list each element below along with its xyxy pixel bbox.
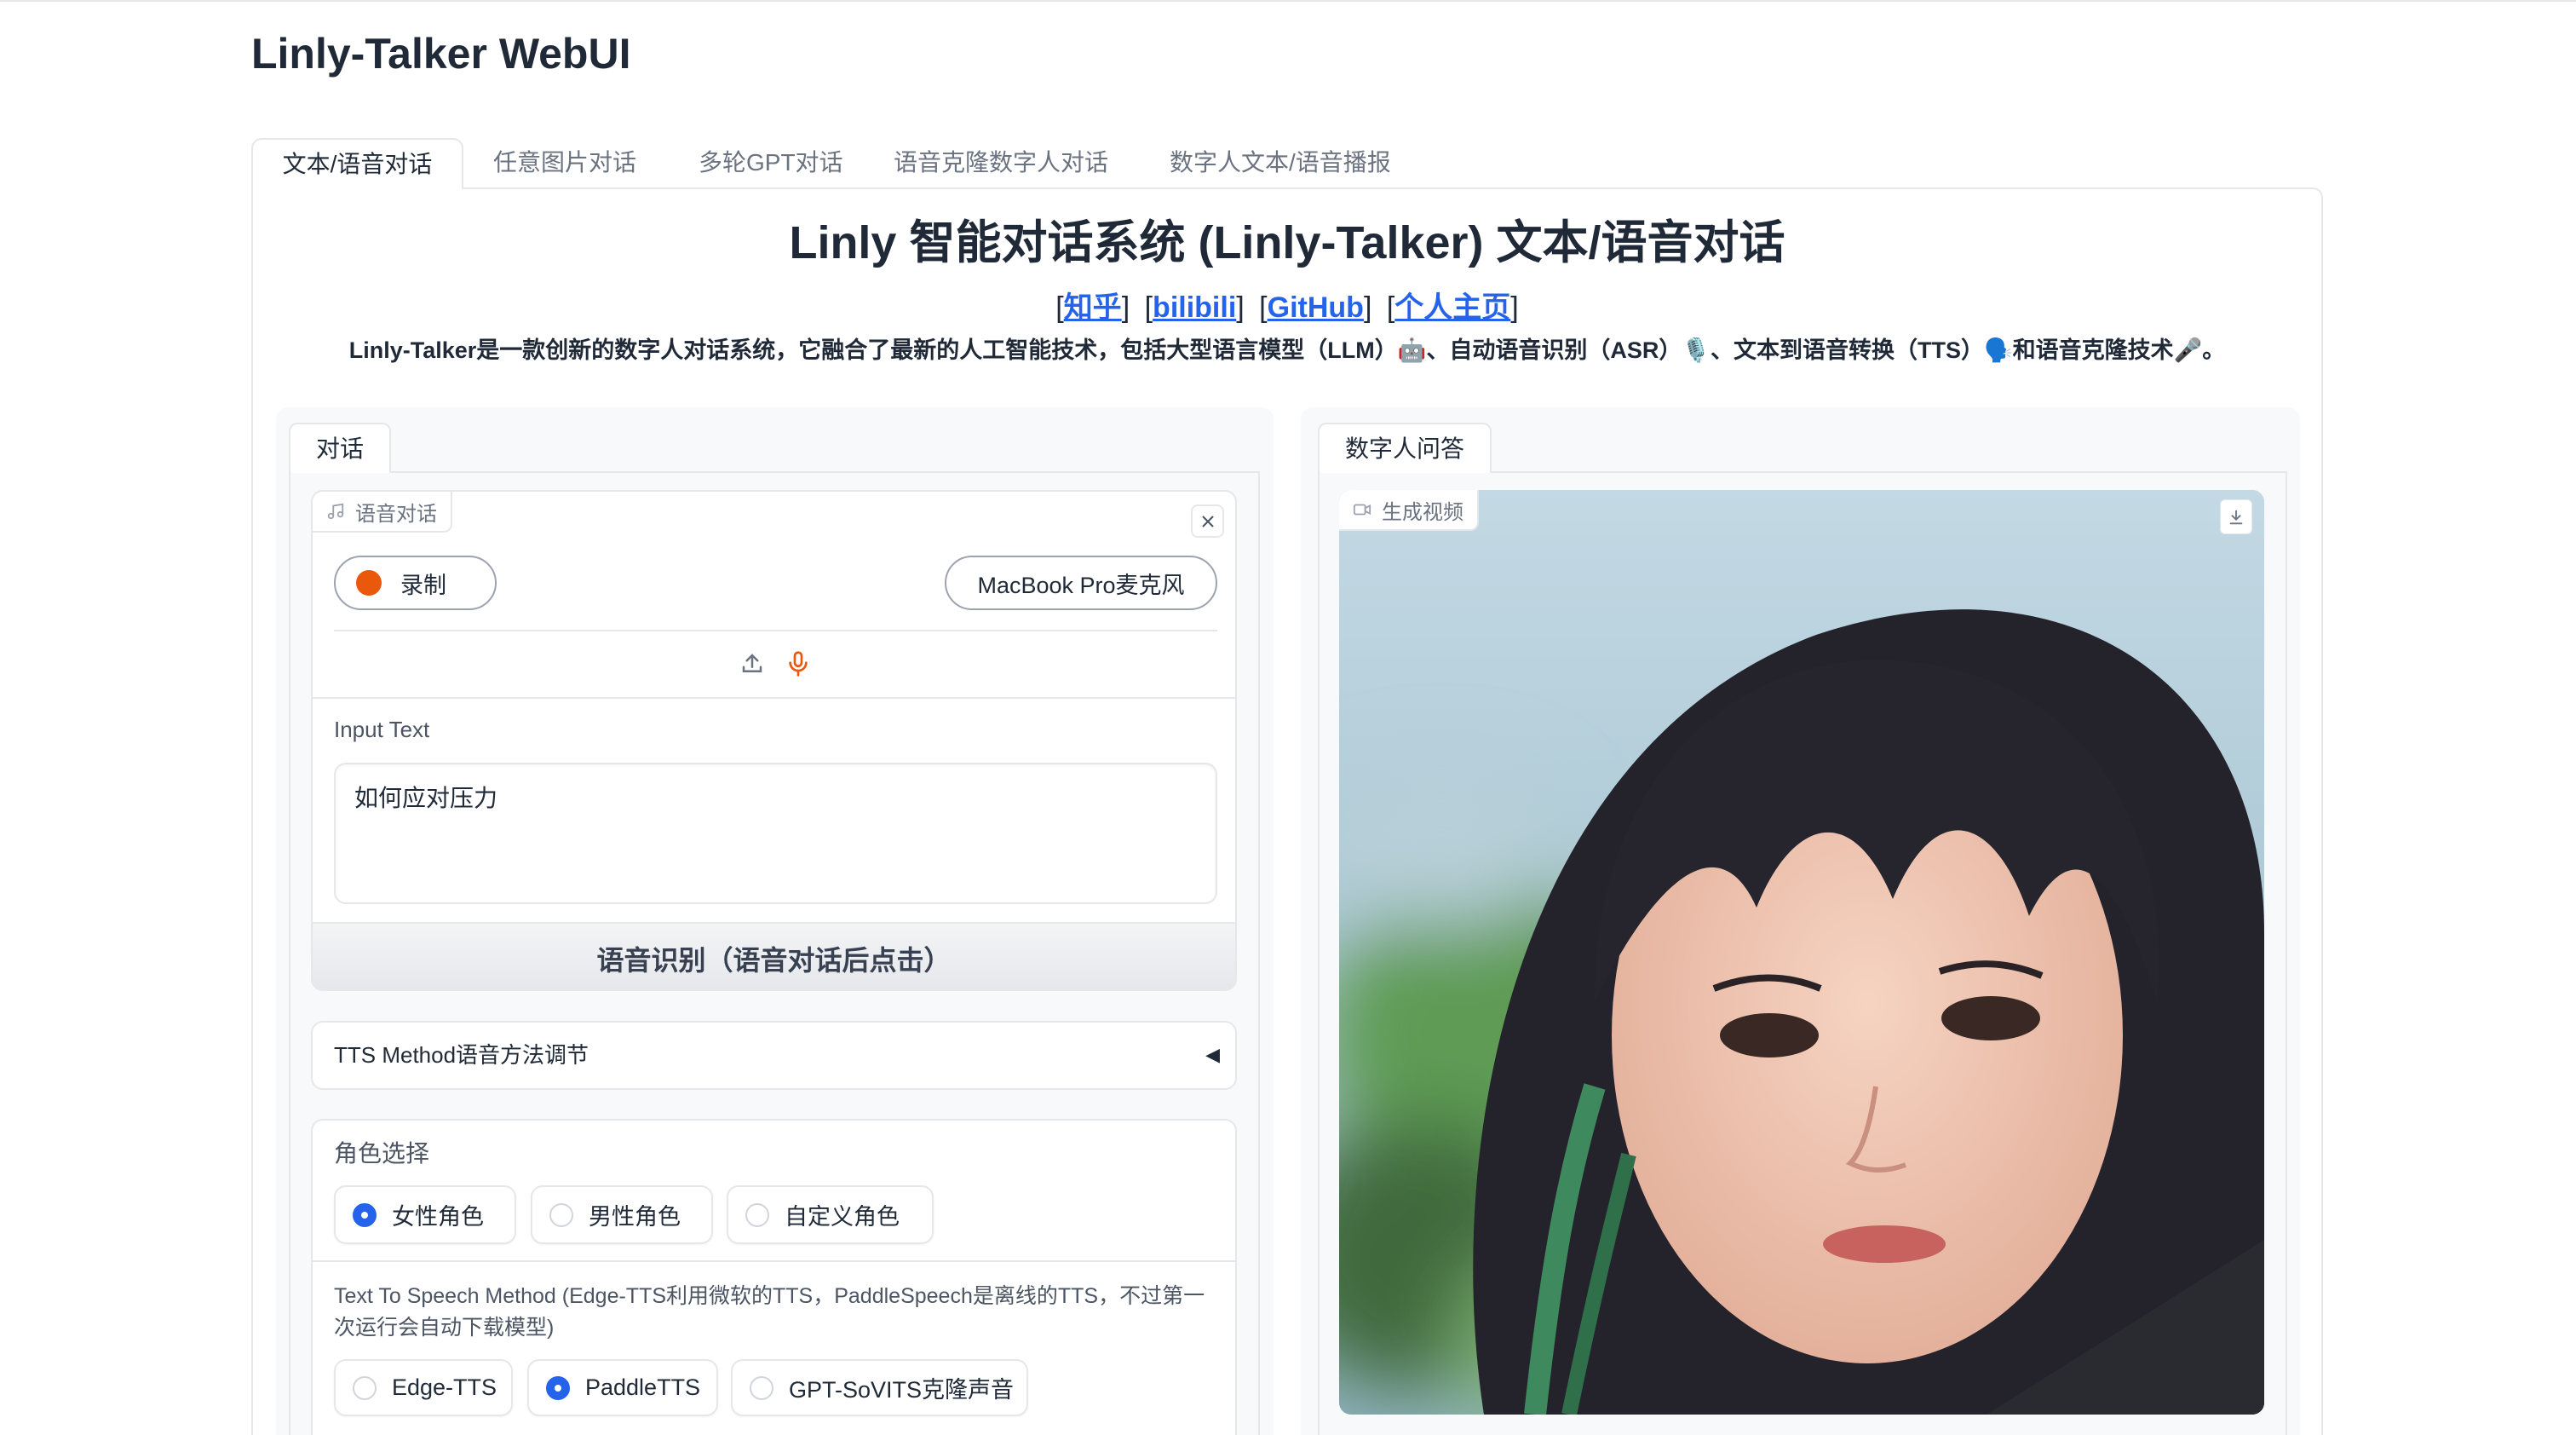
role-option-label: 女性角色 bbox=[392, 1204, 484, 1230]
radio-circle bbox=[546, 1375, 570, 1400]
microphone-name: MacBook Pro麦克风 bbox=[977, 572, 1185, 598]
voice-input-group: 语音对话 录制 MacBook Pro麦克风 Input Text 如何应对压力… bbox=[311, 490, 1237, 991]
microphone-select[interactable]: MacBook Pro麦克风 bbox=[945, 556, 1217, 610]
audio-label: 语音对话 bbox=[313, 492, 452, 533]
tts-method-accordion[interactable]: TTS Method语音方法调节 ◀ bbox=[311, 1021, 1237, 1090]
microphone-icon bbox=[789, 651, 808, 677]
download-icon bbox=[2229, 510, 2243, 524]
role-option-custom[interactable]: 自定义角色 bbox=[727, 1185, 934, 1244]
radio-circle bbox=[353, 1202, 377, 1227]
link-github[interactable]: GitHub bbox=[1268, 291, 1364, 324]
tts-option-label: PaddleTTS bbox=[585, 1374, 701, 1400]
tts-option-label: GPT-SoVITS克隆声音 bbox=[789, 1377, 1015, 1403]
record-dot-icon bbox=[356, 570, 382, 596]
app-title: Linly-Talker WebUI bbox=[251, 30, 631, 78]
radio-circle bbox=[750, 1375, 773, 1400]
music-note-icon bbox=[327, 503, 344, 520]
role-separator bbox=[313, 1260, 1235, 1262]
input-text-label: Input Text bbox=[334, 717, 430, 742]
link-homepage[interactable]: 个人主页 bbox=[1394, 291, 1510, 324]
close-button[interactable] bbox=[1191, 504, 1224, 538]
close-icon bbox=[1201, 515, 1214, 527]
link-bilibili[interactable]: bilibili bbox=[1153, 291, 1236, 324]
tab-dialogue[interactable]: 对话 bbox=[289, 423, 391, 473]
role-settings-block: 角色选择 女性角色 男性角色 自定义角色 Text To Speech Meth… bbox=[311, 1119, 1237, 1435]
triangle-left-icon: ◀ bbox=[1205, 1045, 1220, 1066]
group-separator bbox=[313, 697, 1235, 699]
tts-option-gpt-sovits[interactable]: GPT-SoVITS克隆声音 bbox=[731, 1359, 1028, 1416]
audio-divider bbox=[334, 630, 1217, 631]
role-label: 角色选择 bbox=[334, 1140, 430, 1167]
tts-method-label: Text To Speech Method (Edge-TTS利用微软的TTS，… bbox=[334, 1284, 1205, 1340]
radio-circle bbox=[353, 1375, 377, 1400]
role-option-label: 男性角色 bbox=[589, 1204, 681, 1230]
record-button[interactable]: 录制 bbox=[334, 556, 497, 610]
tab-multi-turn-gpt[interactable]: 多轮GPT对话 bbox=[699, 138, 843, 189]
radio-circle bbox=[549, 1202, 573, 1227]
download-button[interactable] bbox=[2220, 499, 2252, 534]
tts-option-paddle[interactable]: PaddleTTS bbox=[527, 1359, 718, 1416]
tts-accordion-label: TTS Method语音方法调节 bbox=[334, 1042, 589, 1068]
record-label: 录制 bbox=[400, 572, 446, 598]
radio-circle bbox=[745, 1202, 769, 1227]
tts-option-edge[interactable]: Edge-TTS bbox=[334, 1359, 513, 1416]
role-option-female[interactable]: 女性角色 bbox=[334, 1185, 516, 1244]
page-description: Linly-Talker是一款创新的数字人对话系统，它融合了最新的人工智能技术，… bbox=[348, 337, 2226, 363]
tab-digital-human-broadcast[interactable]: 数字人文本/语音播报 bbox=[1170, 138, 1391, 189]
video-label: 生成视频 bbox=[1339, 490, 1479, 531]
role-option-label: 自定义角色 bbox=[785, 1204, 900, 1230]
upload-button[interactable] bbox=[737, 648, 768, 679]
asr-button[interactable]: 语音识别（语音对话后点击） bbox=[313, 922, 1235, 989]
top-border bbox=[0, 0, 2576, 2]
audio-label-text: 语音对话 bbox=[355, 502, 437, 526]
microphone-button[interactable] bbox=[783, 648, 814, 679]
portrait-image bbox=[1339, 490, 2264, 1415]
link-zhihu[interactable]: 知乎 bbox=[1064, 291, 1122, 324]
upload-icon bbox=[742, 654, 762, 672]
tab-image-chat[interactable]: 任意图片对话 bbox=[493, 138, 636, 189]
video-camera-icon bbox=[1353, 504, 1371, 516]
link-row: 知乎 bilibili GitHub 个人主页 bbox=[251, 288, 2323, 327]
tts-option-label: Edge-TTS bbox=[392, 1374, 497, 1400]
input-text-field[interactable]: 如何应对压力 bbox=[334, 763, 1217, 904]
tab-digital-human-qa[interactable]: 数字人问答 bbox=[1318, 423, 1492, 473]
generated-video-player[interactable]: 生成视频 bbox=[1339, 490, 2264, 1415]
tab-text-voice-chat[interactable]: 文本/语音对话 bbox=[251, 138, 463, 189]
page-heading: Linly 智能对话系统 (Linly-Talker) 文本/语音对话 bbox=[789, 217, 1785, 268]
tab-voice-clone-chat[interactable]: 语音克隆数字人对话 bbox=[894, 138, 1108, 189]
video-label-text: 生成视频 bbox=[1382, 500, 1463, 524]
role-option-male[interactable]: 男性角色 bbox=[531, 1185, 713, 1244]
